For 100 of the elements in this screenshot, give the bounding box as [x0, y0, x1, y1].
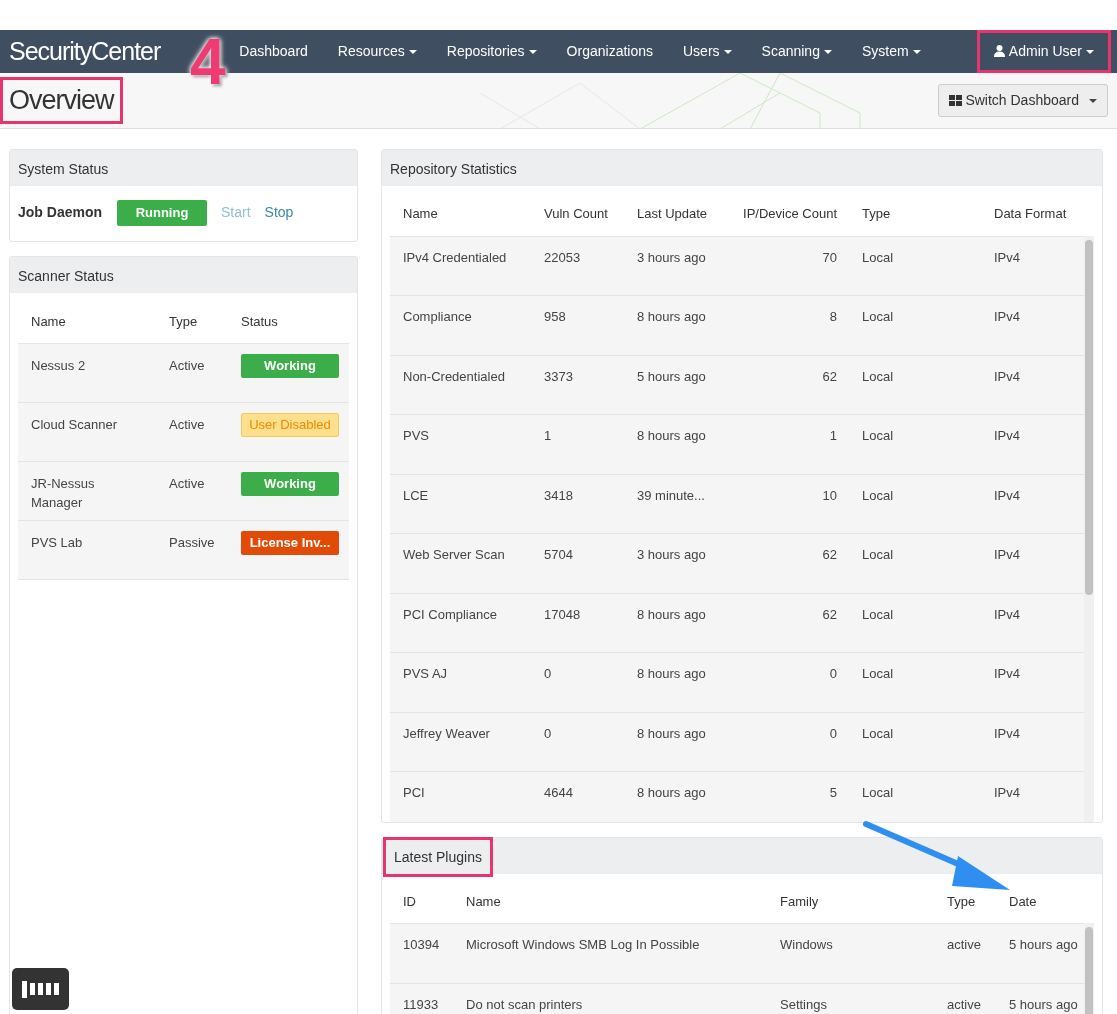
table-cell-text: Passive	[169, 534, 216, 552]
status-badge: Working	[241, 354, 339, 378]
caret-icon	[1089, 99, 1097, 104]
page-title: Overview	[3, 80, 120, 121]
launcher-button[interactable]	[12, 968, 69, 1010]
status-badge: Working	[241, 472, 339, 496]
table-cell-text: Active	[169, 475, 206, 493]
table-cell-text: Local	[862, 486, 895, 505]
job-daemon-label: Job Daemon	[18, 203, 103, 223]
table-cell-text: Active	[169, 357, 206, 375]
user-icon	[993, 45, 1005, 57]
table-cell-text: 8 hours ago	[637, 605, 707, 624]
table-cell-text: 3373	[544, 367, 574, 386]
scrollbar[interactable]	[1084, 923, 1094, 1014]
table-cell-text: 0	[828, 665, 838, 683]
brand-logo[interactable]: SecurityCenter	[9, 39, 161, 64]
table-cell-text: Compliance	[403, 308, 473, 326]
panel-header: Latest Plugins	[386, 839, 490, 874]
table-cell-text: 5 hours ago	[1009, 936, 1079, 954]
grid-icon	[949, 95, 963, 106]
table-cell-text: 8 hours ago	[637, 665, 707, 683]
panel-header: Scanner Status	[10, 256, 357, 293]
column-header: Type	[947, 892, 977, 911]
table-cell-text: IPv4	[994, 367, 1021, 386]
table-cell-text: IPv4	[994, 308, 1021, 326]
switch-dashboard-button[interactable]: Switch Dashboard	[938, 84, 1108, 117]
table-cell-text: 39 minute...	[637, 486, 706, 505]
column-header: Date	[1009, 892, 1038, 911]
column-header: ID	[403, 892, 417, 911]
table-cell-text: 8 hours ago	[637, 784, 707, 802]
table-cell-text: Web Server Scan	[403, 546, 506, 564]
table-cell-text: IPv4	[994, 546, 1021, 564]
nav-menu-item[interactable]: Resources	[322, 41, 432, 62]
table-cell-text: PCI	[403, 784, 426, 802]
table-cell-text: 17048	[544, 605, 582, 624]
table-cell-text: IPv4	[994, 427, 1021, 445]
panel-header: Repository Statistics	[382, 150, 1102, 186]
caret-icon	[1086, 50, 1094, 55]
table-cell-text: 3 hours ago	[637, 248, 707, 267]
table-cell-text: Local	[862, 605, 895, 624]
table-cell-text: 8 hours ago	[637, 427, 707, 445]
column-header: Name	[466, 892, 502, 911]
table-cell-text: IPv4	[994, 486, 1021, 505]
stop-link[interactable]: Stop	[264, 202, 294, 224]
table-cell-text: Local	[862, 427, 895, 445]
table-cell-text: Local	[862, 724, 895, 743]
nav-menu-item[interactable]: Repositories	[431, 41, 552, 62]
column-header: Data Format	[994, 205, 1068, 223]
bars-icon	[22, 980, 59, 998]
table-cell-text: Local	[862, 367, 895, 386]
table-cell-text: IPv4	[994, 248, 1021, 267]
table-cell-text: IPv4	[994, 724, 1021, 743]
table-cell-text: 4644	[544, 784, 574, 802]
table-cell-text: PCI Compliance	[403, 605, 498, 624]
column-header: Family	[780, 892, 820, 911]
column-header: Status	[241, 312, 279, 331]
table-cell-text: IPv4	[994, 605, 1021, 624]
table-cell-text: Local	[862, 546, 895, 564]
table-cell-text: 0	[544, 665, 553, 683]
table-cell-text: IPv4	[994, 784, 1021, 802]
table-cell-text: 3 hours ago	[637, 546, 707, 564]
table-cell-text: 5704	[544, 546, 574, 564]
table-cell-text: Local	[862, 665, 895, 683]
column-header: Vuln Count	[544, 205, 609, 223]
nav-menu-item[interactable]: Scanning	[746, 41, 847, 62]
column-header: Name	[31, 312, 67, 331]
table-cell-text: Microsoft Windows SMB Log In Possible	[466, 936, 701, 954]
table-cell-text: Settings	[780, 995, 828, 1014]
table-cell-text: Local	[862, 248, 895, 267]
table-cell-text: Nessus 2	[31, 357, 87, 375]
nav-menu-item[interactable]: Dashboard	[224, 41, 323, 62]
nav-menu-item[interactable]: System	[846, 41, 936, 62]
table-cell-text: 11933	[403, 995, 440, 1014]
table-cell-text: Active	[169, 416, 206, 434]
table-cell-text: 62	[821, 605, 838, 624]
table-cell-text: 62	[821, 546, 838, 564]
table-cell-text: PVS AJ	[403, 665, 449, 683]
table-cell-text: 958	[544, 308, 567, 326]
status-badge: License Inv...	[241, 531, 339, 555]
column-header: Name	[403, 205, 439, 223]
table-cell-text: IPv4	[994, 665, 1021, 683]
user-menu[interactable]: Admin User	[979, 33, 1108, 70]
table-cell-text: 5	[828, 784, 838, 802]
table-cell-text: JR-Nessus Manager	[31, 475, 96, 512]
panel-header: System Status	[10, 150, 357, 186]
table-cell-text: Do not scan printers	[466, 995, 584, 1014]
scrollbar[interactable]	[1084, 235, 1094, 822]
nav-menu-item[interactable]: Users	[668, 41, 747, 62]
table-cell-text: 3418	[544, 486, 574, 505]
status-badge: User Disabled	[241, 413, 339, 437]
table-cell-text: 10	[821, 486, 838, 505]
table-cell-text: 0	[828, 724, 838, 743]
column-header: Type	[169, 312, 199, 331]
table-cell-text: Local	[862, 308, 895, 326]
table-cell-text: 22053	[544, 248, 582, 267]
table-cell-text: Windows	[780, 936, 834, 954]
nav-menu-item[interactable]: Organizations	[551, 41, 668, 62]
table-cell-text: 8 hours ago	[637, 308, 707, 326]
table-cell-text: 62	[821, 367, 838, 386]
table-cell-text: 10394	[403, 936, 441, 954]
